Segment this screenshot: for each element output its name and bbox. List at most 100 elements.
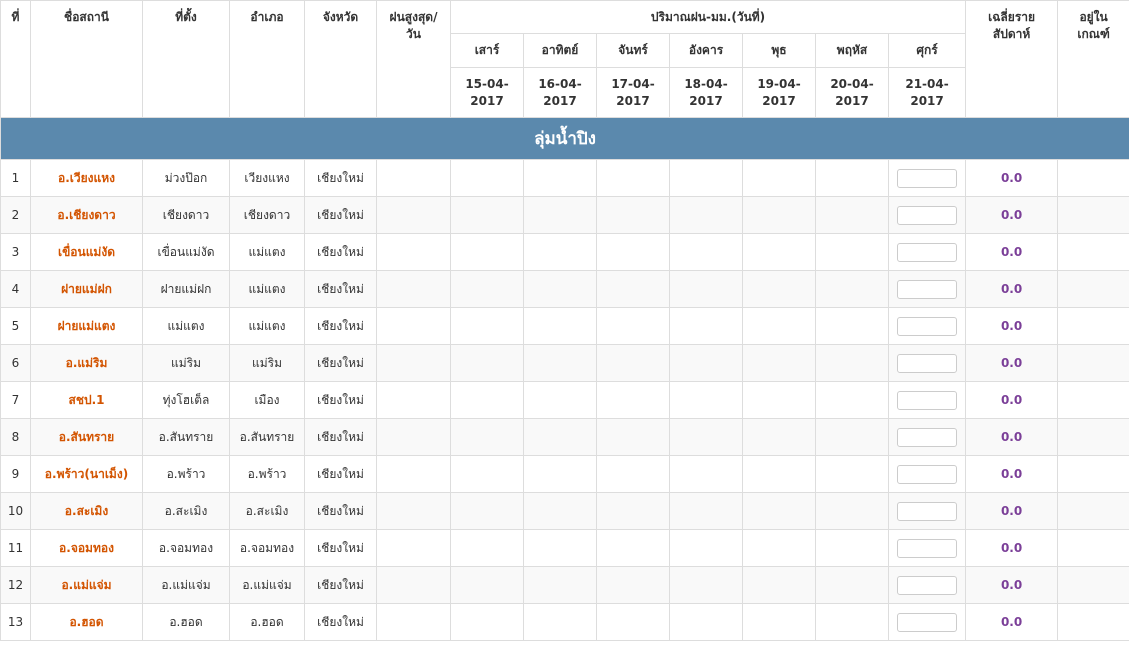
header-day: อังคาร <box>669 33 743 68</box>
row-max-rain <box>376 566 451 604</box>
row-rain-cell <box>815 492 889 530</box>
row-rain-cell <box>596 381 670 419</box>
row-rain-input-cell <box>887 492 967 530</box>
rain-input[interactable] <box>897 168 958 188</box>
header-day: ศุกร์ <box>887 33 967 68</box>
rain-input[interactable] <box>897 538 958 558</box>
row-rain-cell <box>742 566 816 604</box>
row-province: เชียงใหม่ <box>304 566 377 604</box>
rain-input[interactable] <box>897 427 958 447</box>
row-rain-input-cell <box>887 159 967 197</box>
station-name: เขื่อนแม่งัด <box>30 233 143 271</box>
header-rain-amount: ปริมาณฝน-มม.(วันที่) <box>449 0 967 34</box>
header-date-day: 18-04- <box>684 76 728 91</box>
row-criteria <box>1057 455 1129 493</box>
table-row: 5 ฝายแม่แตง แม่แตง แม่แตง เชียงใหม่ 0.0 <box>0 307 1129 345</box>
row-rain-cell <box>742 159 816 197</box>
weekly-average: 0.0 <box>965 307 1059 345</box>
header-date: 17-04- 2017 <box>596 67 670 118</box>
table-row: 13 อ.ฮอด อ.ฮอด อ.ฮอด เชียงใหม่ 0.0 <box>0 603 1129 641</box>
rain-input[interactable] <box>897 464 958 484</box>
row-province: เชียงใหม่ <box>304 529 377 567</box>
table-row: 8 อ.สันทราย อ.สันทราย อ.สันทราย เชียงใหม่ 0.0 <box>0 418 1129 456</box>
header-criteria: อยู่ใน เกณฑ์ <box>1057 0 1129 118</box>
weekly-average: 0.0 <box>965 381 1059 419</box>
rain-input[interactable] <box>897 316 958 336</box>
row-criteria <box>1057 196 1129 234</box>
table-row: 7 สชป.1 ทุ่งโฮเต็ล เมือง เชียงใหม่ 0.0 <box>0 381 1129 419</box>
header-day: พฤหัส <box>815 33 889 68</box>
rain-input[interactable] <box>897 612 958 632</box>
row-rain-cell <box>815 418 889 456</box>
rain-input[interactable] <box>897 353 958 373</box>
table-row: 1 อ.เวียงแหง ม่วงป๊อก เวียงแหง เชียงใหม่ 0.0 <box>0 159 1129 197</box>
row-district: อ.สันทราย <box>229 418 305 456</box>
row-rain-cell <box>596 233 670 271</box>
header-date-year: 2017 <box>543 93 577 108</box>
row-rain-cell <box>450 233 524 271</box>
header-day: จันทร์ <box>596 33 670 68</box>
row-criteria <box>1057 381 1129 419</box>
header-max-rain: ฝนสูงสุด/วัน <box>376 0 451 118</box>
row-rain-cell <box>450 344 524 382</box>
row-rain-cell <box>596 270 670 308</box>
rain-input[interactable] <box>897 575 958 595</box>
row-location: อ.จอมทอง <box>142 529 230 567</box>
rain-input[interactable] <box>897 390 958 410</box>
rain-input[interactable] <box>897 205 958 225</box>
row-rain-input-cell <box>887 344 967 382</box>
header-max-rain-line2: วัน <box>406 27 421 41</box>
row-province: เชียงใหม่ <box>304 344 377 382</box>
row-rain-cell <box>742 529 816 567</box>
table-row: 6 อ.แม่ริม แม่ริม แม่ริม เชียงใหม่ 0.0 <box>0 344 1129 382</box>
header-district: อำเภอ <box>229 0 305 118</box>
row-rain-input-cell <box>887 529 967 567</box>
row-rain-cell <box>596 603 670 641</box>
rain-input[interactable] <box>897 242 958 262</box>
row-rain-cell <box>742 307 816 345</box>
rain-input[interactable] <box>897 279 958 299</box>
row-rain-cell <box>669 455 743 493</box>
row-rain-cell <box>815 307 889 345</box>
row-rain-input-cell <box>887 196 967 234</box>
header-criteria-line2: เกณฑ์ <box>1077 27 1110 41</box>
station-name: อ.แม่ริม <box>30 344 143 382</box>
station-name: อ.เวียงแหง <box>30 159 143 197</box>
weekly-average: 0.0 <box>965 529 1059 567</box>
header-date-year: 2017 <box>689 93 723 108</box>
rain-input[interactable] <box>897 501 958 521</box>
row-criteria <box>1057 159 1129 197</box>
row-max-rain <box>376 344 451 382</box>
row-rain-cell <box>815 455 889 493</box>
row-rain-cell <box>742 603 816 641</box>
basin-title: ลุ่มน้ำปิง <box>0 117 1129 160</box>
row-rain-cell <box>523 196 597 234</box>
row-max-rain <box>376 603 451 641</box>
row-rain-cell <box>450 492 524 530</box>
row-criteria <box>1057 566 1129 604</box>
weekly-average: 0.0 <box>965 566 1059 604</box>
row-rain-cell <box>815 344 889 382</box>
header-no: ที่ <box>0 0 31 118</box>
header-date-day: 17-04- <box>611 76 655 91</box>
row-district: อ.จอมทอง <box>229 529 305 567</box>
row-rain-cell <box>669 529 743 567</box>
row-province: เชียงใหม่ <box>304 159 377 197</box>
station-name: สชป.1 <box>30 381 143 419</box>
row-no: 6 <box>0 344 31 382</box>
row-rain-cell <box>523 492 597 530</box>
header-date: 16-04- 2017 <box>523 67 597 118</box>
row-criteria <box>1057 307 1129 345</box>
header-station: ชื่อสถานี <box>30 0 143 118</box>
row-district: เวียงแหง <box>229 159 305 197</box>
header-date: 21-04- 2017 <box>887 67 967 118</box>
row-max-rain <box>376 307 451 345</box>
header-date-day: 15-04- <box>465 76 509 91</box>
header-date-day: 20-04- <box>830 76 874 91</box>
row-rain-cell <box>523 566 597 604</box>
table-header: ที่ ชื่อสถานี ที่ตั้ง อำเภอ จังหวัด ฝนสู… <box>0 0 1129 118</box>
row-district: แม่แตง <box>229 307 305 345</box>
row-no: 11 <box>0 529 31 567</box>
row-max-rain <box>376 270 451 308</box>
row-no: 1 <box>0 159 31 197</box>
